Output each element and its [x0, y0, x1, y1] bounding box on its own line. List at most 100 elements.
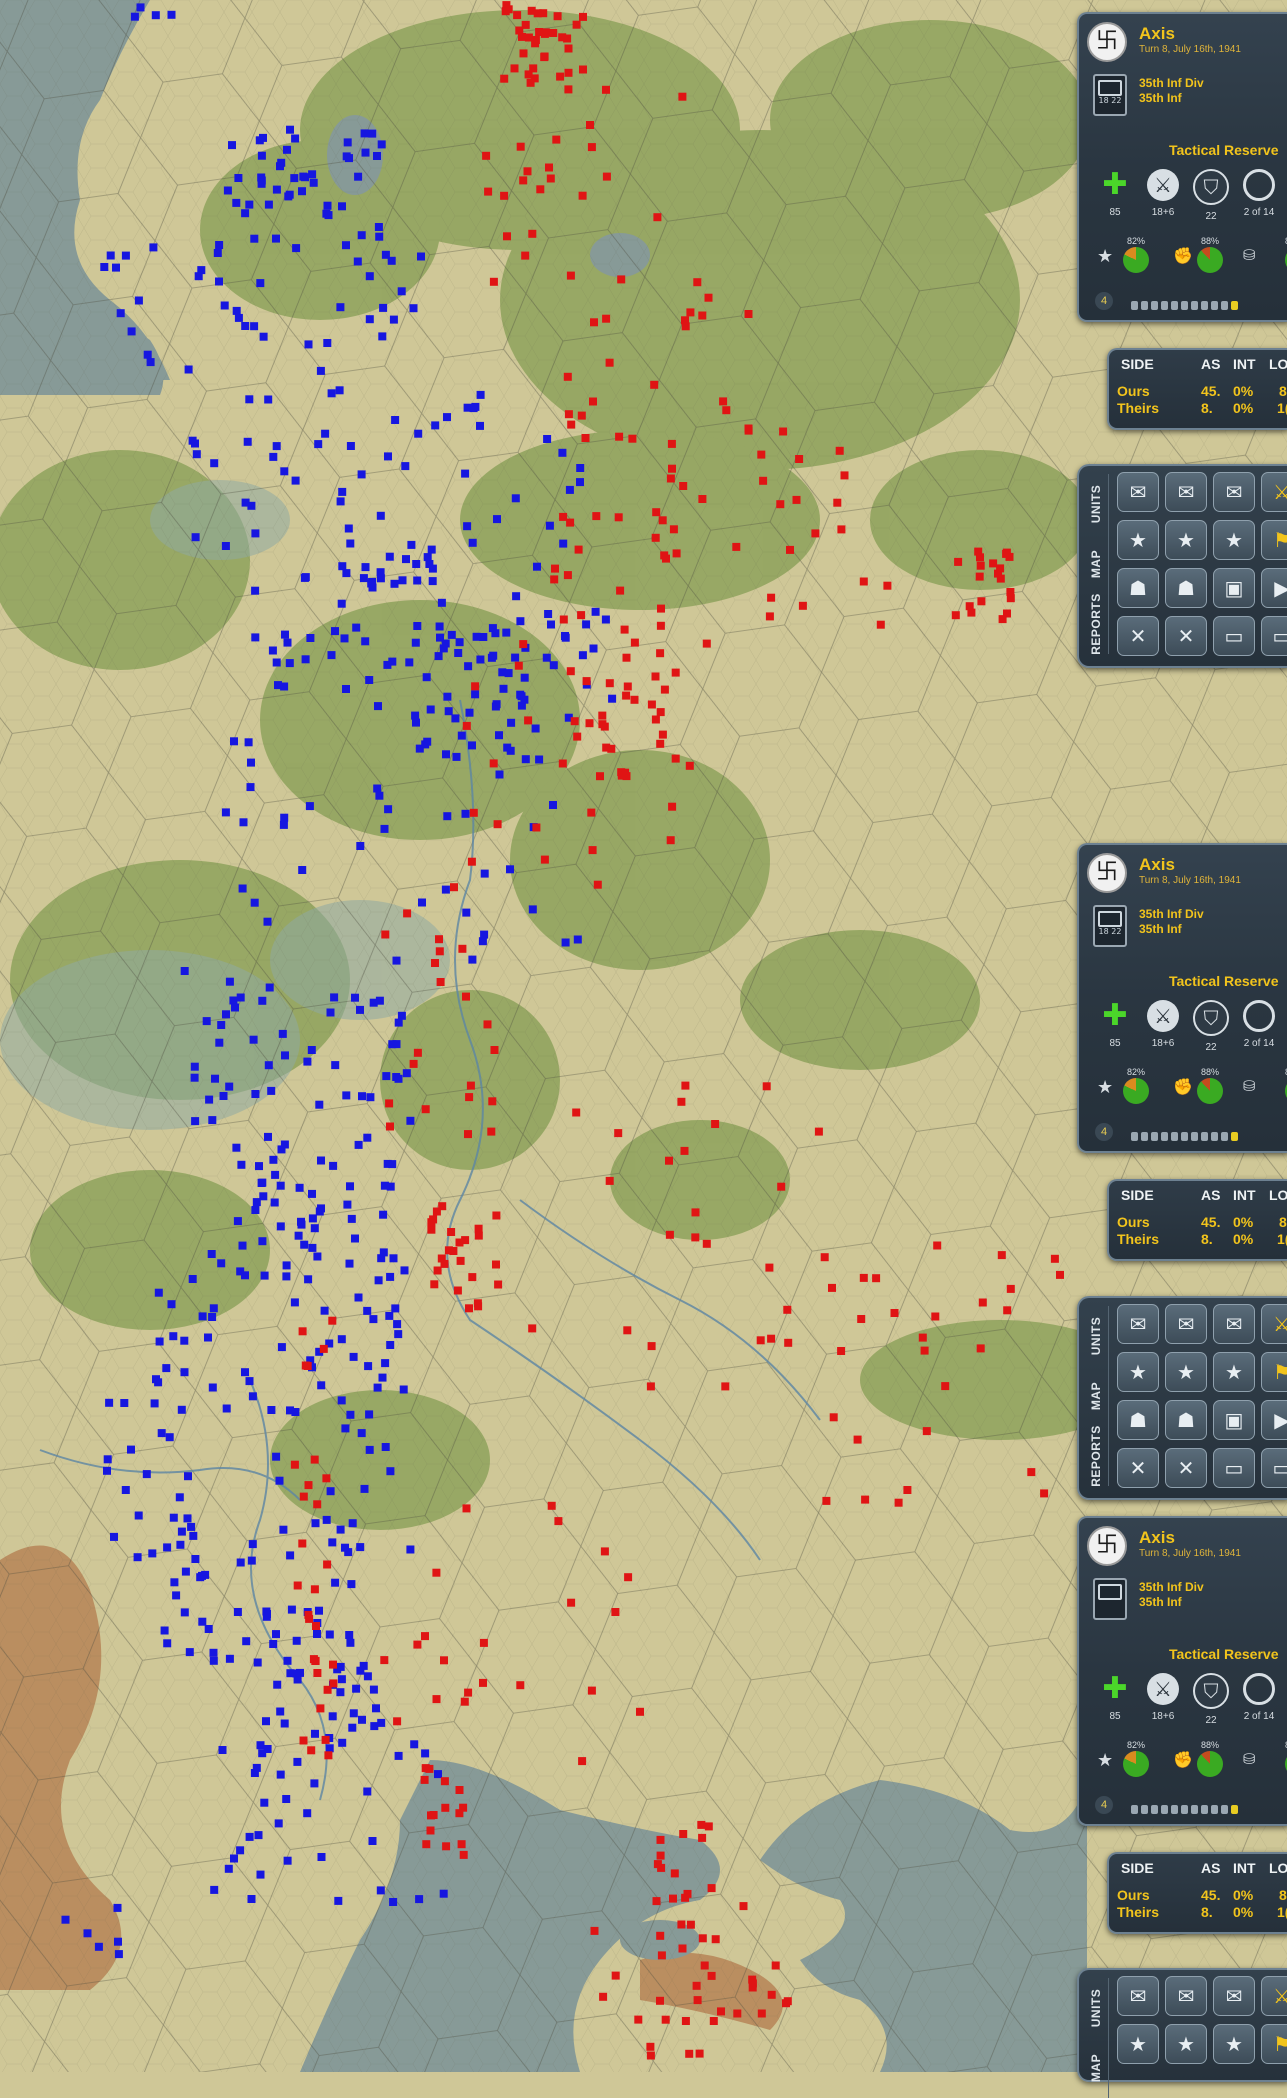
- axis-unit-counter[interactable]: [528, 905, 537, 914]
- soviet-unit-counter[interactable]: [324, 1751, 333, 1760]
- axis-unit-counter[interactable]: [251, 1206, 260, 1214]
- axis-unit-counter[interactable]: [304, 1275, 313, 1284]
- soviet-unit-counter[interactable]: [329, 1660, 337, 1669]
- axis-unit-counter[interactable]: [386, 1272, 395, 1281]
- axis-unit-counter[interactable]: [127, 327, 136, 336]
- axis-unit-counter[interactable]: [336, 303, 345, 312]
- soviet-unit-counter[interactable]: [686, 308, 695, 317]
- star-button[interactable]: ★: [1213, 1352, 1255, 1392]
- axis-unit-counter[interactable]: [278, 1029, 287, 1038]
- axis-unit-counter[interactable]: [198, 1312, 207, 1321]
- axis-unit-counter[interactable]: [169, 1332, 178, 1341]
- axis-unit-counter[interactable]: [516, 690, 525, 699]
- axis-unit-counter[interactable]: [488, 624, 497, 633]
- axis-unit-counter[interactable]: [360, 1484, 369, 1493]
- soviet-unit-counter[interactable]: [474, 1231, 483, 1240]
- soviet-unit-counter[interactable]: [540, 855, 549, 864]
- axis-unit-counter[interactable]: [356, 1543, 365, 1552]
- axis-unit-counter[interactable]: [336, 1525, 345, 1534]
- defense-stat[interactable]: ⛉ 22: [1189, 1000, 1233, 1053]
- next-button[interactable]: ▶: [1261, 1400, 1287, 1440]
- soviet-unit-counter[interactable]: [652, 1897, 661, 1906]
- axis-unit-counter[interactable]: [373, 1383, 382, 1392]
- soviet-unit-counter[interactable]: [453, 1286, 462, 1295]
- axis-unit-counter[interactable]: [394, 1330, 403, 1339]
- soviet-unit-counter[interactable]: [617, 771, 626, 780]
- soviet-unit-counter[interactable]: [558, 759, 567, 768]
- soviet-unit-counter[interactable]: [587, 808, 596, 817]
- axis-unit-counter[interactable]: [377, 1254, 386, 1263]
- soviet-unit-counter[interactable]: [528, 1324, 537, 1333]
- axis-unit-counter[interactable]: [283, 1656, 292, 1665]
- axis-unit-counter[interactable]: [441, 885, 450, 894]
- axis-unit-counter[interactable]: [267, 1086, 276, 1095]
- axis-unit-counter[interactable]: [215, 277, 223, 286]
- soviet-unit-counter[interactable]: [513, 11, 522, 20]
- soviet-unit-counter[interactable]: [931, 1312, 940, 1321]
- soviet-unit-counter[interactable]: [872, 1274, 881, 1283]
- soviet-unit-counter[interactable]: [489, 277, 498, 286]
- soviet-unit-counter[interactable]: [457, 1840, 466, 1849]
- axis-unit-counter[interactable]: [292, 244, 301, 253]
- envelope-box-button[interactable]: ✉: [1213, 1976, 1255, 2016]
- morale-pie[interactable]: [1197, 247, 1223, 273]
- soviet-unit-counter[interactable]: [393, 1717, 402, 1726]
- soviet-unit-counter[interactable]: [590, 318, 598, 327]
- soviet-unit-counter[interactable]: [835, 446, 844, 455]
- axis-unit-counter[interactable]: [386, 1341, 395, 1349]
- soviet-unit-counter[interactable]: [671, 754, 680, 763]
- soviet-unit-counter[interactable]: [691, 1208, 700, 1217]
- axis-unit-counter[interactable]: [495, 731, 503, 740]
- soviet-unit-counter[interactable]: [653, 1860, 662, 1869]
- axis-unit-counter[interactable]: [180, 1336, 189, 1345]
- axis-unit-counter[interactable]: [545, 521, 554, 530]
- axis-unit-counter[interactable]: [323, 201, 332, 210]
- soviet-unit-counter[interactable]: [429, 1811, 438, 1819]
- soviet-unit-counter[interactable]: [579, 65, 587, 74]
- soviet-unit-counter[interactable]: [660, 685, 669, 694]
- crossed-button[interactable]: ⚔: [1261, 1976, 1287, 2016]
- soviet-unit-counter[interactable]: [441, 1803, 450, 1812]
- axis-unit-counter[interactable]: [225, 1082, 234, 1091]
- axis-unit-counter[interactable]: [276, 1707, 285, 1716]
- axis-unit-counter[interactable]: [256, 1741, 265, 1750]
- soviet-unit-counter[interactable]: [547, 1501, 556, 1510]
- soviet-unit-counter[interactable]: [685, 761, 694, 770]
- axis-unit-counter[interactable]: [452, 752, 461, 761]
- soviet-unit-counter[interactable]: [503, 232, 511, 241]
- soviet-unit-counter[interactable]: [440, 1656, 448, 1665]
- soviet-unit-counter[interactable]: [665, 1230, 674, 1239]
- axis-unit-counter[interactable]: [259, 332, 268, 341]
- crossed-button[interactable]: ⚔: [1261, 1304, 1287, 1344]
- axis-unit-counter[interactable]: [308, 170, 317, 179]
- axis-unit-counter[interactable]: [313, 1252, 322, 1261]
- soviet-unit-counter[interactable]: [717, 2007, 725, 2016]
- soviet-unit-counter[interactable]: [691, 1233, 700, 1242]
- axis-unit-counter[interactable]: [245, 200, 254, 209]
- axis-unit-counter[interactable]: [134, 1511, 143, 1520]
- axis-unit-counter[interactable]: [308, 1243, 317, 1252]
- soviet-unit-counter[interactable]: [536, 185, 545, 194]
- soviet-unit-counter[interactable]: [516, 142, 525, 151]
- axis-unit-counter[interactable]: [576, 478, 584, 487]
- axis-unit-counter[interactable]: [326, 1487, 335, 1496]
- axis-unit-counter[interactable]: [357, 470, 366, 479]
- cohesion-pie[interactable]: [1123, 1078, 1149, 1104]
- soviet-unit-counter[interactable]: [464, 1688, 473, 1697]
- axis-unit-counter[interactable]: [291, 134, 300, 143]
- soviet-unit-counter[interactable]: [611, 1608, 620, 1616]
- soviet-unit-counter[interactable]: [567, 1598, 576, 1607]
- soviet-unit-counter[interactable]: [976, 553, 984, 562]
- axis-unit-counter[interactable]: [320, 1306, 329, 1315]
- soviet-unit-counter[interactable]: [951, 611, 960, 620]
- soviet-unit-counter[interactable]: [829, 1413, 838, 1422]
- axis-unit-counter[interactable]: [413, 622, 422, 630]
- axis-unit-counter[interactable]: [155, 1337, 164, 1346]
- axis-unit-counter[interactable]: [311, 1519, 320, 1528]
- soviet-unit-counter[interactable]: [483, 1020, 492, 1029]
- axis-unit-counter[interactable]: [338, 202, 346, 211]
- axis-unit-counter[interactable]: [247, 1556, 256, 1565]
- combat-report-button[interactable]: ✕: [1117, 616, 1159, 656]
- soviet-unit-counter[interactable]: [421, 1632, 429, 1641]
- axis-unit-counter[interactable]: [190, 1073, 199, 1082]
